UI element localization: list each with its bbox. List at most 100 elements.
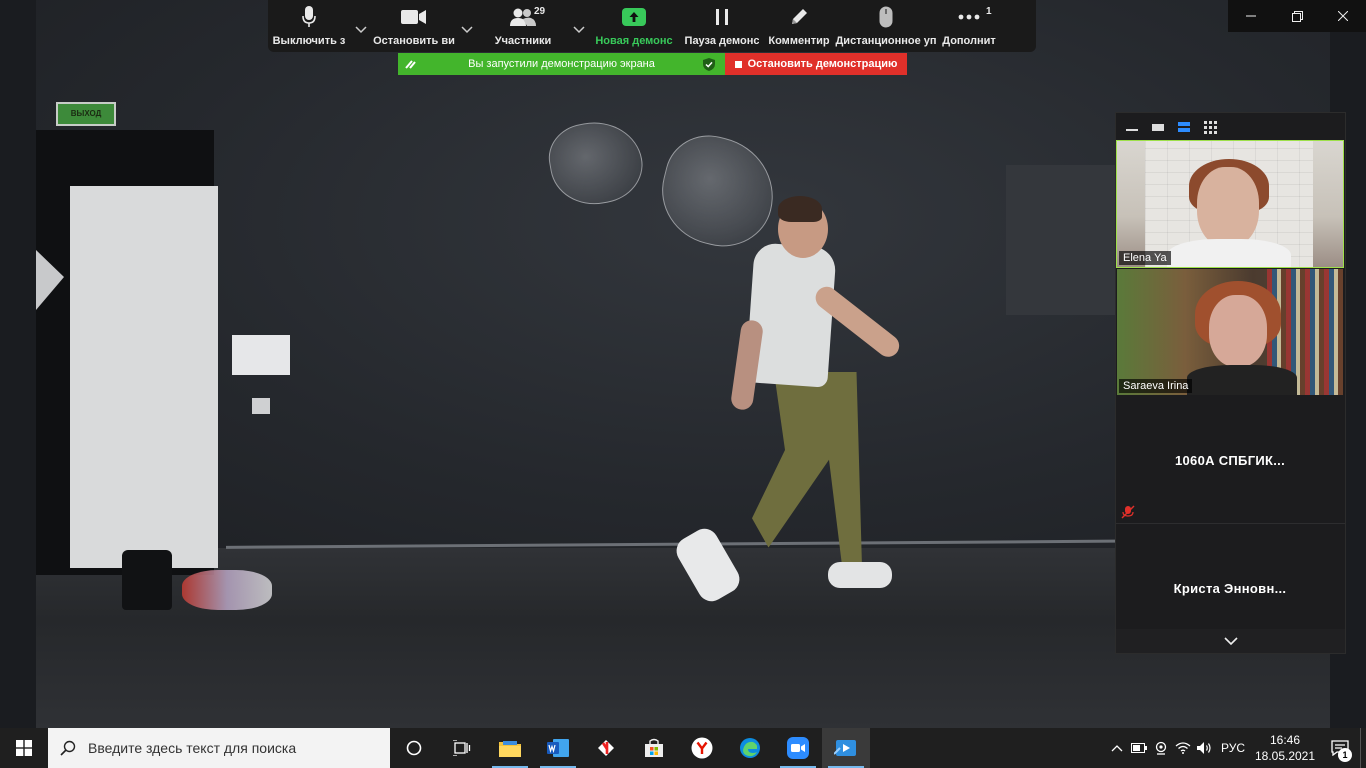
cortana-button[interactable] <box>390 728 438 768</box>
new-share-icon <box>622 8 646 26</box>
participants-icon <box>510 8 536 26</box>
participant-name: Криста Энновн... <box>1173 581 1287 596</box>
participants-button[interactable]: 29 Участники <box>478 0 568 52</box>
clock-time: 16:46 <box>1269 733 1301 747</box>
audio-options-caret[interactable] <box>350 0 372 52</box>
single-view-icon <box>1152 124 1164 131</box>
participants-options-caret[interactable] <box>568 0 590 52</box>
edge-browser-app[interactable] <box>726 728 774 768</box>
microsoft-store-app[interactable] <box>630 728 678 768</box>
input-language-button[interactable]: РУС <box>1216 728 1250 768</box>
chevron-down-icon <box>1223 636 1238 645</box>
search-placeholder: Введите здесь текст для поиска <box>88 740 297 756</box>
battery-button[interactable] <box>1128 728 1150 768</box>
remote-control-button[interactable]: Дистанционное уп <box>832 0 940 52</box>
boots-on-floor <box>122 550 172 610</box>
dancer-torso <box>745 242 837 388</box>
single-view-button[interactable] <box>1150 120 1166 134</box>
pencil-icon <box>792 9 807 24</box>
exit-sign: ВЫХОД <box>56 102 116 126</box>
close-button[interactable] <box>1320 0 1366 32</box>
more-button[interactable]: 1 Дополнит <box>940 0 998 52</box>
wifi-button[interactable] <box>1172 728 1194 768</box>
show-hidden-icons-button[interactable] <box>1106 728 1128 768</box>
participants-count: 29 <box>534 6 546 17</box>
white-door <box>70 186 218 568</box>
yandex-browser-app[interactable] <box>582 728 630 768</box>
new-share-button[interactable]: Новая демонс <box>590 0 678 52</box>
action-center-button[interactable]: 1 <box>1320 728 1360 768</box>
cortana-circle-icon <box>406 740 422 756</box>
start-button[interactable] <box>0 728 48 768</box>
new-share-label: Новая демонс <box>595 35 673 47</box>
wall-paper-note <box>232 335 290 375</box>
annotate-button[interactable]: Комментир <box>766 0 832 52</box>
participant-name: Elena Ya <box>1119 251 1171 265</box>
minimize-button[interactable] <box>1228 0 1274 32</box>
minimize-panel-button[interactable] <box>1124 120 1140 134</box>
word-icon <box>547 739 569 757</box>
scroll-down-participants-button[interactable] <box>1116 629 1345 653</box>
meet-now-button[interactable] <box>1150 728 1172 768</box>
chevron-down-icon <box>461 26 473 34</box>
task-view-button[interactable] <box>438 728 486 768</box>
input-language: РУС <box>1220 741 1246 755</box>
participant-body <box>1167 239 1291 267</box>
remote-control-label: Дистанционное уп <box>835 35 937 47</box>
shield-check-icon <box>703 57 715 71</box>
taskbar-search-box[interactable]: Введите здесь текст для поиска <box>48 728 390 768</box>
light-switch <box>252 398 270 414</box>
more-label: Дополнит <box>942 35 996 47</box>
stop-share-button[interactable]: Остановить демонстрацию <box>725 53 907 75</box>
chevron-down-icon <box>355 26 367 34</box>
file-explorer-app[interactable] <box>486 728 534 768</box>
sharing-banner-text: Вы запустили демонстрацию экрана <box>468 58 655 70</box>
yandex-browser-icon <box>598 740 614 756</box>
window-controls <box>1228 0 1366 32</box>
sharing-banner[interactable]: Вы запустили демонстрацию экрана <box>398 53 725 75</box>
close-icon <box>1338 11 1348 21</box>
panel-view-bar <box>1116 113 1345 141</box>
tile-divider <box>1116 523 1345 524</box>
word-app[interactable] <box>534 728 582 768</box>
pause-share-button[interactable]: Пауза демонс <box>678 0 766 52</box>
minimize-panel-icon <box>1126 129 1138 131</box>
taskbar-clock[interactable]: 16:46 18.05.2021 <box>1250 732 1320 764</box>
grip-icon <box>405 60 416 69</box>
participant-tile-elena[interactable]: Elena Ya <box>1116 140 1344 268</box>
restore-button[interactable] <box>1274 0 1320 32</box>
more-icon <box>958 14 980 20</box>
participant-name: 1060А СПБГИК... <box>1175 453 1285 468</box>
strip-view-button[interactable] <box>1176 120 1192 134</box>
zoom-app[interactable] <box>774 728 822 768</box>
speaker-icon <box>1197 742 1211 754</box>
minimize-icon <box>1246 15 1256 17</box>
mouse-icon <box>879 6 893 28</box>
clothes-on-floor <box>182 570 272 610</box>
video-options-caret[interactable] <box>456 0 478 52</box>
grid-view-button[interactable] <box>1202 120 1218 134</box>
yandex-app[interactable] <box>678 728 726 768</box>
participant-tile-1060a[interactable]: 1060А СПБГИК... <box>1117 397 1343 523</box>
mute-button[interactable]: Выключить з <box>268 0 350 52</box>
meeting-toolbar: Выключить з Остановить ви 29 Участники Н… <box>268 0 1036 52</box>
participant-name: Saraeva Irina <box>1119 379 1193 393</box>
clock-date: 18.05.2021 <box>1254 749 1316 763</box>
show-desktop-button[interactable] <box>1360 728 1366 768</box>
stop-video-label: Остановить ви <box>373 35 455 47</box>
participant-tile-krista[interactable]: Криста Энновн... <box>1117 525 1343 629</box>
restore-icon <box>1291 10 1303 22</box>
microphone-icon <box>302 6 316 27</box>
wifi-icon <box>1175 742 1191 754</box>
folder-icon <box>499 741 521 757</box>
pause-icon <box>716 9 728 25</box>
video-camera-icon <box>401 10 426 24</box>
store-bag-icon <box>645 738 663 757</box>
strip-view-icon <box>1178 122 1190 132</box>
participant-tile-saraeva[interactable]: Saraeva Irina <box>1117 269 1343 395</box>
chevron-down-icon <box>573 26 585 34</box>
battery-icon <box>1131 743 1147 753</box>
media-player-app[interactable] <box>822 728 870 768</box>
volume-button[interactable] <box>1194 728 1216 768</box>
stop-video-button[interactable]: Остановить ви <box>372 0 456 52</box>
